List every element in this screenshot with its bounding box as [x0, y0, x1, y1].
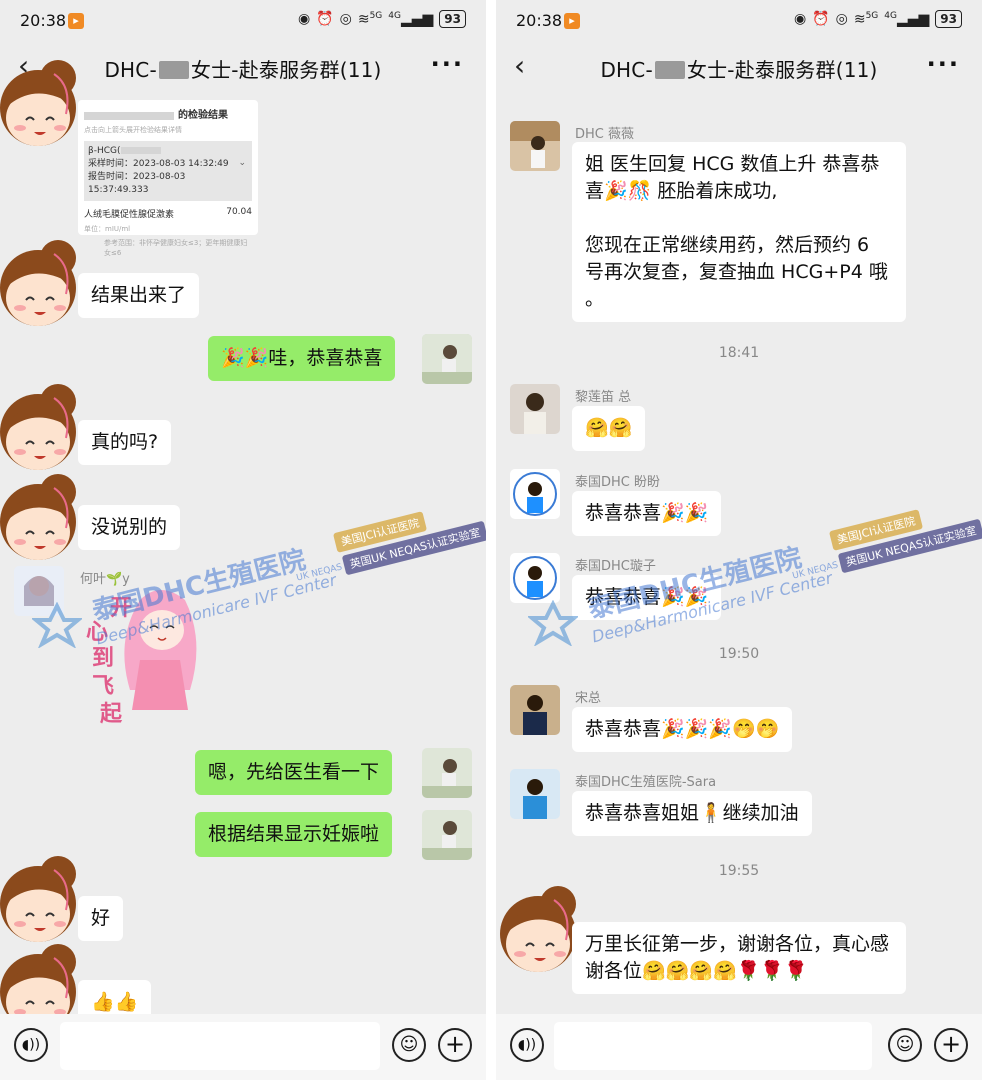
message-bubble[interactable]: 万里长征第一步，谢谢各位，真心感谢各位🤗🤗🤗🤗🌹🌹🌹	[572, 922, 906, 994]
sticker-text: 开	[110, 596, 133, 621]
status-time: 20:38	[20, 11, 67, 30]
status-bar: 20:38 ▸ ◉ ⏰ ◎ ≋5G 4G▂▄▆ 93	[496, 0, 982, 44]
timestamp: 19:50	[718, 646, 760, 662]
input-bar: ◖)) ☺ +	[496, 1014, 982, 1080]
message-bubble[interactable]: 恭喜恭喜🎉🎉	[572, 575, 722, 620]
message-input[interactable]	[554, 1022, 872, 1070]
chat-title: DHC- 女士-赴泰服务群(11)	[600, 58, 878, 82]
status-time: 20:38	[516, 11, 563, 30]
hotspot-icon: ◎	[339, 11, 352, 27]
message-bubble[interactable]: 根据结果显示妊娠啦	[195, 812, 393, 857]
emoji-icon[interactable]: ☺	[888, 1028, 922, 1062]
eye-icon: ◉	[793, 11, 807, 27]
avatar[interactable]	[510, 769, 560, 819]
message-input[interactable]	[60, 1022, 380, 1070]
alarm-icon: ⏰	[812, 11, 830, 27]
message-bubble[interactable]: 恭喜恭喜姐姐🧍继续加油	[572, 791, 812, 836]
sender-name: 泰国DHC生殖医院-Sara	[575, 775, 717, 790]
message-bubble[interactable]: 真的吗?	[78, 420, 172, 465]
plus-icon[interactable]: +	[438, 1028, 472, 1062]
hospital-logo-icon	[528, 600, 578, 646]
avatar[interactable]	[422, 334, 472, 384]
battery-icon: 93	[439, 10, 466, 28]
sender-name: 泰国DHC璇子	[575, 559, 656, 574]
system-icons: ◉ ⏰ ◎ ≋5G 4G▂▄▆ 93	[298, 10, 466, 28]
redacted-name	[158, 61, 189, 79]
message-bubble[interactable]: 恭喜恭喜🎉🎉🎉🤭🤭	[572, 707, 793, 752]
more-options-icon[interactable]: ···	[927, 50, 960, 78]
chevron-down-icon[interactable]: ⌄	[238, 157, 246, 170]
input-bar: ◖)) ☺ +	[0, 1014, 486, 1080]
lab-report-card[interactable]: 的检验结果 点击向上箭头展开检验结果详情 β-HCG( 采样时间：2023-08…	[78, 100, 258, 257]
hotspot-icon: ◎	[835, 11, 848, 27]
avatar[interactable]	[510, 685, 560, 735]
more-options-icon[interactable]: ···	[431, 50, 464, 78]
voice-icon[interactable]: ◖))	[510, 1028, 544, 1062]
avatar[interactable]	[510, 384, 560, 434]
redacted-name	[654, 61, 685, 79]
sender-name: DHC 薇薇	[575, 127, 634, 142]
eye-icon: ◉	[297, 11, 311, 27]
message-bubble[interactable]: 🤗🤗	[572, 406, 646, 451]
wifi-icon: ≋5G	[357, 10, 383, 28]
sender-name: 黎莲笛 总	[575, 390, 632, 405]
app-notification-icon: ▸	[564, 13, 580, 29]
timestamp: 19:55	[718, 863, 760, 879]
avatar[interactable]	[422, 810, 472, 860]
status-bar: 20:38 ▸ ◉ ⏰ ◎ ≋5G 4G▂▄▆ 93	[0, 0, 486, 44]
message-bubble[interactable]: 好	[78, 896, 124, 941]
alarm-icon: ⏰	[316, 11, 334, 27]
system-icons: ◉ ⏰ ◎ ≋5G 4G▂▄▆ 93	[794, 10, 962, 28]
avatar[interactable]	[510, 121, 560, 171]
avatar[interactable]	[510, 553, 560, 603]
battery-icon: 93	[935, 10, 962, 28]
voice-icon[interactable]: ◖))	[14, 1028, 48, 1062]
chat-panel-right: 20:38 ▸ ◉ ⏰ ◎ ≋5G 4G▂▄▆ 93 ‹ DHC- 女士-赴泰服务…	[496, 0, 982, 1080]
sender-name: 泰国DHC 盼盼	[575, 475, 660, 490]
sticker-text: 起	[100, 702, 123, 727]
avatar[interactable]	[14, 566, 64, 616]
chat-header: ‹ DHC- 女士-赴泰服务群(11) ···	[496, 44, 982, 90]
plus-icon[interactable]: +	[934, 1028, 968, 1062]
message-bubble[interactable]: 嗯，先给医生看一下	[195, 750, 393, 795]
signal-icon: 4G▂▄▆	[388, 10, 434, 28]
app-notification-icon: ▸	[68, 13, 84, 29]
chat-panel-left: 20:38 ▸ ◉ ⏰ ◎ ≋5G 4G▂▄▆ 93 ‹ DHC- 女士-赴泰服务…	[0, 0, 486, 1080]
timestamp: 18:41	[718, 345, 760, 361]
wifi-icon: ≋5G	[853, 10, 879, 28]
avatar[interactable]	[510, 469, 560, 519]
message-bubble[interactable]: 恭喜恭喜🎉🎉	[572, 491, 722, 536]
avatar[interactable]	[422, 748, 472, 798]
redacted-name	[84, 111, 174, 120]
message-bubble[interactable]: 没说别的	[78, 505, 181, 550]
signal-icon: 4G▂▄▆	[884, 10, 930, 28]
report-summary: β-HCG( 采样时间：2023-08-03 14:32:49 报告时间：202…	[84, 141, 252, 201]
message-bubble[interactable]: 姐 医生回复 HCG 数值上升 恭喜恭喜🎉🎊 胚胎着床成功, 您现在正常继续用药…	[572, 142, 906, 322]
message-bubble[interactable]: 🎉🎉哇，恭喜恭喜	[208, 336, 396, 381]
report-item: 人绒毛膜促性腺促激素 70.04	[84, 207, 252, 220]
sender-name: 宋总	[575, 691, 602, 706]
message-bubble[interactable]: 结果出来了	[78, 273, 200, 318]
emoji-icon[interactable]: ☺	[392, 1028, 426, 1062]
